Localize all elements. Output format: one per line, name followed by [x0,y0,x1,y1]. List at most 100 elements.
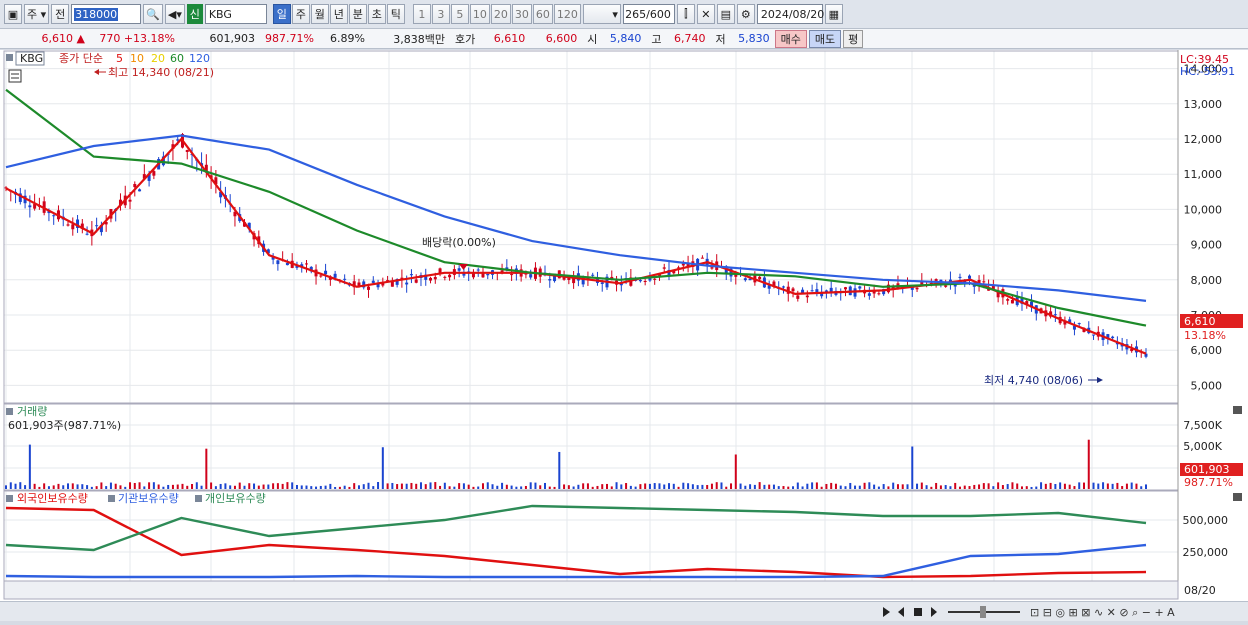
chart-area[interactable]: 14,000 13,000 12,000 11,000 10,000 9,000 8,000… [0,50,1248,601]
tab-year[interactable]: 년 [329,4,348,24]
interval-120[interactable]: 120 [553,4,581,24]
candle-body [867,293,871,296]
sell-button[interactable]: 매도 [808,29,842,48]
volume-bar [334,486,337,489]
volume-bar [286,482,289,489]
interval-30[interactable]: 30 [511,4,532,24]
candle-body [1010,299,1014,304]
volume-bar [315,486,318,489]
volume-bar [1092,482,1095,489]
volume-bar [1116,482,1119,489]
volume-bar [362,484,365,489]
tab-tick[interactable]: 틱 [386,4,405,24]
interval-10[interactable]: 10 [469,4,490,24]
volume-bar [419,482,422,489]
holdings-panel-handle [6,495,13,502]
buy-button[interactable]: 매수 [774,29,807,48]
current-price: 6,610 ▲ [41,32,85,45]
gear-icon[interactable]: ⚙ [736,4,755,24]
candle-body [843,287,847,290]
volume-bar [896,484,899,489]
candle-body [982,281,986,283]
volume-bar [696,485,699,489]
volume-bar [744,485,747,489]
volume-bar [715,482,718,489]
tab-week[interactable]: 주 [291,4,310,24]
holdings-panel-close-icon[interactable] [1233,493,1242,501]
candle-body [133,184,137,188]
volume-bar [687,483,690,489]
volume-bar [596,485,599,489]
stock-chart-svg[interactable]: 14,00013,00012,00011,00010,0009,0008,000… [0,50,1248,601]
date-field[interactable]: 2024/08/20 [756,4,824,24]
volume-bar [892,482,895,489]
interval-20[interactable]: 20 [490,4,511,24]
stock-name-field[interactable]: KBG [204,4,267,24]
volume-bar [1140,486,1143,489]
volume-bar [152,482,155,489]
volume-bar [653,483,656,489]
interval-3[interactable]: 3 [431,4,450,24]
period-select[interactable]: 주 ▾ [24,4,50,24]
volume-bar [338,486,341,489]
hoga-label: 호가 [455,32,476,46]
volume-bar [925,485,928,489]
volume-bars [5,439,1147,489]
volume-bar [1040,482,1043,489]
volume-rate: 987.71% [265,32,314,45]
ma-legend-60: 60 [170,52,184,65]
volume-bar [434,482,437,489]
candle-body [805,295,809,298]
volume-bar [668,483,671,489]
candle-body [28,205,32,208]
volume-bar [467,484,470,489]
volume-bar [515,486,518,489]
candle-body [405,282,409,285]
sin-badge: 신 [186,4,203,24]
volume-bar [510,485,513,489]
volume-bar [505,484,508,489]
volume-bar [214,486,217,489]
period-tabs: 일 주 월 년 분 초 틱 [272,4,405,24]
interval-1[interactable]: 1 [412,4,431,24]
scroll-controls-svg[interactable]: ⊡ ⊟ ◎ ⊞ ⊠ ∿ ✕ ⊘ ⌕ − + A [0,602,1248,622]
volume-bar [825,483,828,489]
volume-bar [987,483,990,489]
stock-code-input[interactable]: 318000 [71,4,142,24]
tab-minute[interactable]: 분 [348,4,367,24]
volume-bar [477,486,480,489]
volume-bar [86,485,89,489]
count-field[interactable]: 265/600 [622,4,675,24]
tab-month[interactable]: 월 [310,4,329,24]
interval-dropdown[interactable]: ▾ [582,4,621,24]
calendar-icon[interactable]: ▦ [824,4,843,24]
stop-icon [914,608,922,616]
volume-bar [386,483,389,489]
candle-icon[interactable]: ⫿ [676,4,695,24]
candle-body [476,269,480,271]
save-icon[interactable]: ▤ [716,4,735,24]
volume-bar [1044,483,1047,489]
search-icon[interactable]: 🔍 [143,4,163,24]
interval-60[interactable]: 60 [532,4,553,24]
volume-panel-close-icon[interactable] [1233,406,1242,414]
crosshair-icon[interactable]: ✕ [696,4,715,24]
volume-bar [100,482,103,489]
volume-bar [772,484,775,489]
volume-bar [567,485,570,489]
jeon-button[interactable]: 전 [51,4,70,24]
volume-bar [5,485,7,489]
volume-bar [439,485,442,489]
candle-body [529,274,533,278]
tab-second[interactable]: 초 [367,4,386,24]
volume-bar [753,484,756,489]
scroll-prev-icon [898,607,904,617]
interval-5[interactable]: 5 [450,4,469,24]
avg-button[interactable]: 평 [843,29,864,48]
window-icon[interactable]: ▣ [4,4,22,24]
candle-body [414,279,418,283]
volume-bar [1135,483,1138,489]
speaker-icon[interactable]: ◀▾ [164,4,185,24]
tab-day[interactable]: 일 [272,4,291,24]
y-tick-label: 12,000 [1184,133,1223,146]
